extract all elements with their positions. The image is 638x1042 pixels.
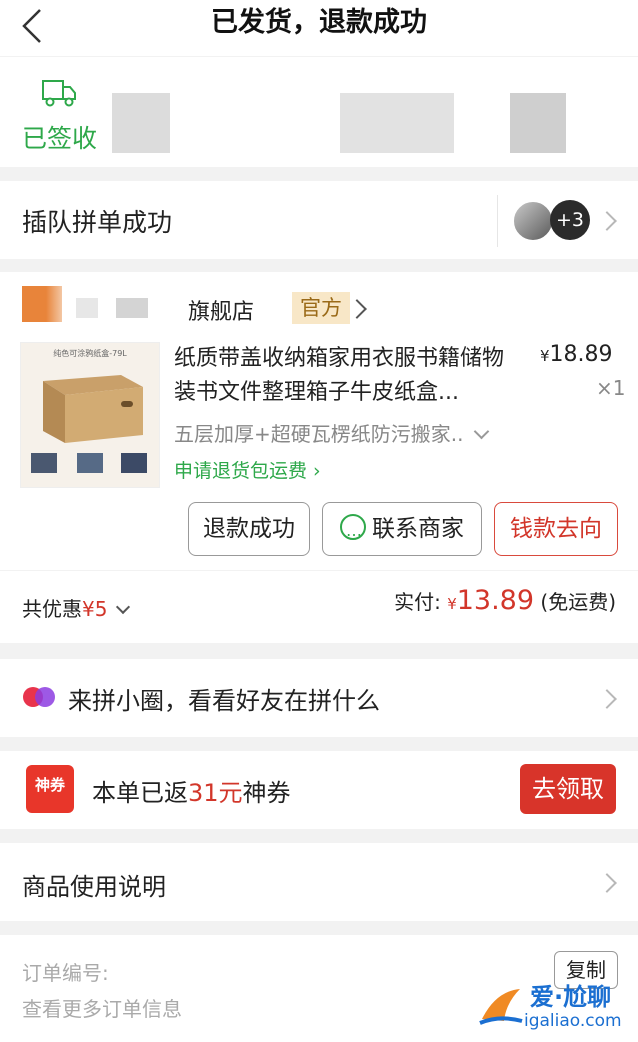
redacted-block (510, 93, 566, 153)
watermark-logo-icon (479, 989, 523, 1025)
claim-coupon-button[interactable]: 去领取 (520, 764, 616, 814)
redacted-block (340, 93, 454, 153)
order-card: 旗舰店 官方 纯色可涂鸦纸盒-79L 纸质带盖收纳箱家用衣服书籍储物装书文件整理… (0, 272, 638, 570)
site-watermark: 爱·尬聊 igaliao.com (476, 977, 636, 1039)
chevron-right-icon[interactable] (347, 299, 367, 319)
return-shipping-link[interactable]: 申请退货包运费 › (174, 456, 321, 483)
paid-amount: 实付: ¥13.89 (免运费) (394, 585, 616, 616)
header-bar: 已发货，退款成功 (0, 0, 638, 56)
product-price: ¥18.89 (540, 342, 613, 367)
coupon-row: 神券 本单已返31元神券 去领取 (0, 751, 638, 829)
product-spec[interactable]: 五层加厚+超硬瓦楞纸防污搬家.. (174, 418, 490, 447)
shop-name[interactable]: 旗舰店 (188, 294, 254, 326)
redacted-block (112, 93, 170, 153)
extra-members-avatar: +3 (550, 200, 590, 240)
order-number-label: 订单编号: (22, 961, 109, 985)
order-info-section: 订单编号: 查看更多订单信息 复制 爱·尬聊 igaliao.com (0, 935, 638, 1042)
discount-dropdown[interactable]: 共优惠¥5 (22, 593, 130, 622)
redacted-block (116, 298, 148, 318)
product-image[interactable]: 纯色可涂鸦纸盒-79L (20, 342, 160, 488)
product-quantity: ×1 (596, 376, 626, 400)
divider (497, 195, 498, 247)
chat-icon (340, 505, 366, 557)
shop-logo (22, 286, 62, 322)
chevron-down-icon (115, 599, 130, 615)
usage-instructions-text: 商品使用说明 (22, 873, 166, 901)
image-label: 纯色可涂鸦纸盒-79L (53, 348, 127, 358)
page-title: 已发货，退款成功 (211, 7, 427, 38)
payment-summary: 共优惠¥5 实付: ¥13.89 (免运费) (0, 571, 638, 643)
refund-success-button[interactable]: 退款成功 (188, 502, 310, 556)
coupon-text: 本单已返31元神券 (92, 779, 291, 807)
chevron-right-icon (597, 211, 617, 231)
friends-circle-row[interactable]: 来拼小圈，看看好友在拼什么 (0, 659, 638, 737)
more-order-info-link[interactable]: 查看更多订单信息 (22, 993, 182, 1022)
truck-icon (42, 80, 76, 107)
group-buy-text: 插队拼单成功 (22, 208, 173, 237)
signed-status-label: 已签收 (22, 124, 98, 153)
coupon-badge-icon: 神券 (26, 765, 74, 813)
avatar (512, 200, 554, 242)
redacted-block (76, 298, 98, 318)
contact-seller-button[interactable]: 联系商家 (322, 502, 482, 557)
group-buy-row[interactable]: 插队拼单成功 +3 (0, 181, 638, 259)
friends-circle-text: 来拼小圈，看看好友在拼什么 (68, 687, 380, 715)
delivery-status-section: 已签收 (0, 57, 638, 167)
usage-instructions-row[interactable]: 商品使用说明 (0, 843, 638, 921)
box-illustration: 纯色可涂鸦纸盒-79L (31, 348, 147, 473)
product-title[interactable]: 纸质带盖收纳箱家用衣服书籍储物装书文件整理箱子牛皮纸盒... (174, 342, 514, 410)
friends-circle-icon (23, 687, 55, 707)
money-destination-button[interactable]: 钱款去向 (494, 502, 618, 556)
chevron-down-icon (473, 423, 490, 440)
chevron-right-icon (597, 873, 617, 893)
chevron-right-icon (597, 689, 617, 709)
official-badge: 官方 (292, 292, 350, 324)
